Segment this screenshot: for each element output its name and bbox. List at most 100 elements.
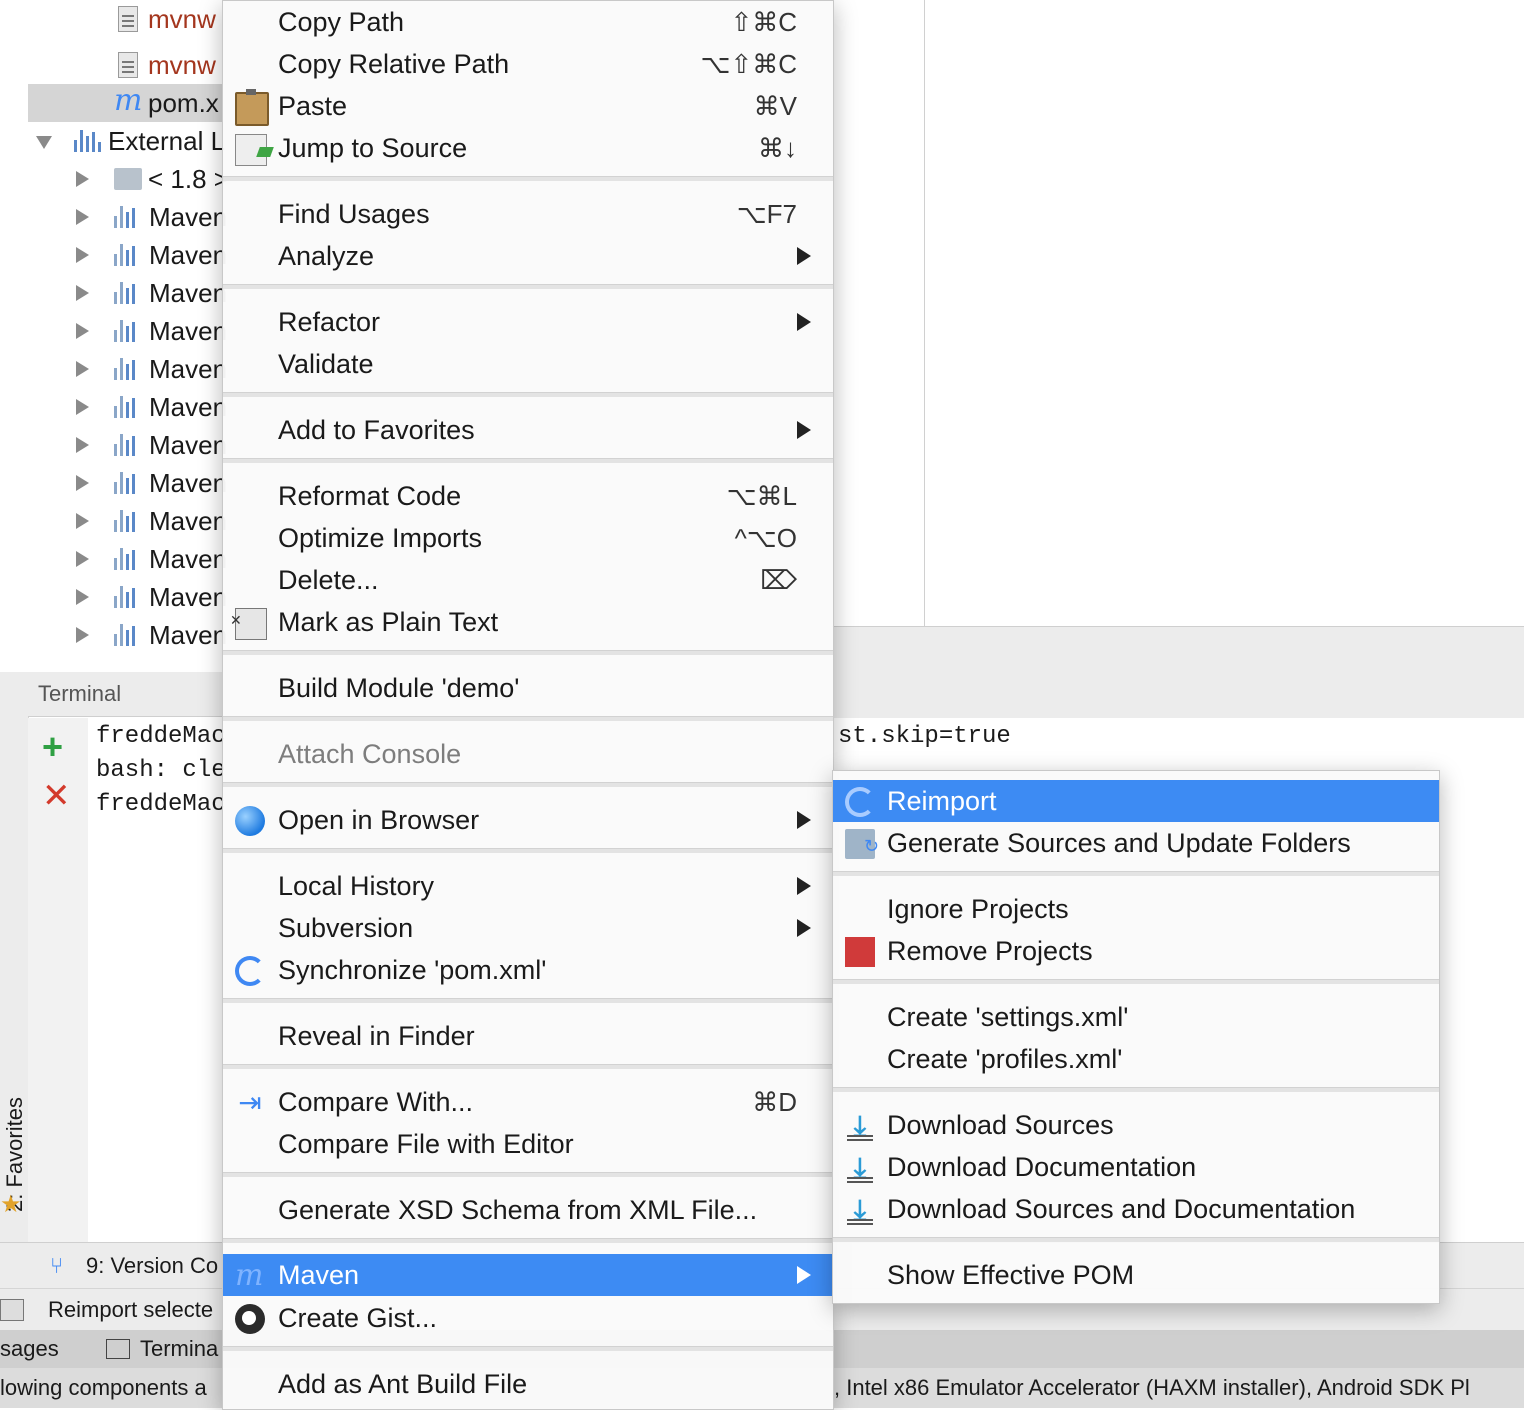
expand-arrow-icon[interactable]: [36, 136, 52, 149]
collapse-arrow-icon[interactable]: [76, 475, 89, 491]
globe-icon: [235, 806, 265, 836]
collapse-arrow-icon[interactable]: [76, 285, 89, 301]
menu-item-reformat-code[interactable]: Reformat Code ⌥⌘L: [223, 475, 833, 517]
menu-item-copy-relative-path[interactable]: Copy Relative Path ⌥⇧⌘C: [223, 43, 833, 85]
collapse-arrow-icon[interactable]: [76, 171, 89, 187]
menu-item-label: Attach Console: [278, 739, 462, 769]
tree-row-external-libraries[interactable]: External L: [28, 122, 226, 160]
tree-row-maven-library[interactable]: Maven: [28, 578, 227, 616]
status-panel-icon[interactable]: [0, 1299, 24, 1321]
menu-item-open-in-browser[interactable]: Open in Browser: [223, 799, 833, 841]
menu-item-attach-console: Attach Console: [223, 733, 833, 775]
menu-item-label: Create Gist...: [278, 1303, 438, 1333]
menu-item-copy-path[interactable]: Copy Path ⇧⌘C: [223, 1, 833, 43]
download-icon: ⤓: [845, 1195, 875, 1225]
maven-library-icon: [114, 510, 142, 532]
new-session-plus-icon[interactable]: +: [42, 726, 63, 768]
collapse-arrow-icon[interactable]: [76, 209, 89, 225]
menu-item-find-usages[interactable]: Find Usages ⌥F7: [223, 193, 833, 235]
menu-item-add-as-ant-build-file[interactable]: Add as Ant Build File: [223, 1363, 833, 1405]
menu-item-optimize-imports[interactable]: Optimize Imports ^⌥O: [223, 517, 833, 559]
menu-item-jump-to-source[interactable]: Jump to Source ⌘↓: [223, 127, 833, 169]
menu-item-generate-sources-and-update-folders[interactable]: Generate Sources and Update Folders: [833, 822, 1439, 867]
collapse-arrow-icon[interactable]: [76, 589, 89, 605]
menu-separator: [223, 284, 833, 289]
submenu-arrow-icon: [797, 247, 811, 265]
menu-item-synchronize-pom-xml[interactable]: Synchronize 'pom.xml': [223, 949, 833, 991]
tree-row-maven-library[interactable]: Maven: [28, 616, 227, 654]
tab-terminal[interactable]: Termina: [140, 1330, 218, 1368]
tab-messages[interactable]: sages: [0, 1330, 59, 1368]
editor-area[interactable]: [924, 0, 1524, 626]
menu-item-compare-with[interactable]: ⇥ Compare With... ⌘D: [223, 1081, 833, 1123]
tree-row-pom[interactable]: m pom.x: [28, 83, 222, 122]
tree-row-maven-library[interactable]: Maven: [28, 274, 227, 312]
tree-row-mvnw[interactable]: mvnw: [110, 0, 222, 38]
tree-row-jdk[interactable]: < 1.8 >: [28, 160, 229, 198]
tree-label: Maven: [149, 544, 228, 574]
menu-separator: [223, 1346, 833, 1351]
collapse-arrow-icon[interactable]: [76, 399, 89, 415]
maven-library-icon: [114, 434, 142, 456]
menu-item-label: Validate: [278, 349, 374, 379]
menu-item-refactor[interactable]: Refactor: [223, 301, 833, 343]
menu-item-download-documentation[interactable]: ⤓ Download Documentation: [833, 1146, 1439, 1188]
tree-row-maven-library[interactable]: Maven: [28, 540, 227, 578]
status-text: Reimport selecte: [48, 1297, 214, 1322]
menu-item-download-sources-and-documentation[interactable]: ⤓ Download Sources and Documentation: [833, 1188, 1439, 1230]
menu-item-reveal-in-finder[interactable]: Reveal in Finder: [223, 1015, 833, 1057]
tree-row-maven-library[interactable]: Maven: [28, 502, 227, 540]
collapse-arrow-icon[interactable]: [76, 437, 89, 453]
menu-item-ignore-projects[interactable]: Ignore Projects: [833, 888, 1439, 930]
close-session-icon[interactable]: ✕: [42, 776, 71, 816]
version-control-tab[interactable]: 9: Version Co: [86, 1243, 218, 1289]
menu-item-label: Add to Favorites: [278, 415, 475, 445]
collapse-arrow-icon[interactable]: [76, 551, 89, 567]
tree-row-maven-library[interactable]: Maven: [28, 236, 227, 274]
collapse-arrow-icon[interactable]: [76, 247, 89, 263]
collapse-arrow-icon[interactable]: [76, 323, 89, 339]
menu-item-delete[interactable]: Delete... ⌦: [223, 559, 833, 601]
menu-item-mark-as-plain-text[interactable]: Mark as Plain Text: [223, 599, 833, 643]
menu-item-analyze[interactable]: Analyze: [223, 235, 833, 277]
menu-item-local-history[interactable]: Local History: [223, 865, 833, 907]
menu-item-add-to-favorites[interactable]: Add to Favorites: [223, 409, 833, 451]
shortcut-label: ⌥⌘L: [726, 481, 797, 511]
tree-row-maven-library[interactable]: Maven: [28, 388, 227, 426]
tree-row-mvnw-cmd[interactable]: mvnw: [110, 46, 222, 84]
menu-item-label: Copy Relative Path: [278, 49, 510, 79]
menu-item-remove-projects[interactable]: Remove Projects: [833, 930, 1439, 972]
tree-row-maven-library[interactable]: Maven: [28, 426, 227, 464]
menu-item-create-gist[interactable]: Create Gist...: [223, 1297, 833, 1339]
menu-item-generate-xsd-schema-from-xml-file[interactable]: Generate XSD Schema from XML File...: [223, 1189, 833, 1231]
collapse-arrow-icon[interactable]: [76, 627, 89, 643]
notification-text: lowing components a: [0, 1375, 207, 1400]
menu-item-compare-file-with-editor[interactable]: Compare File with Editor: [223, 1123, 833, 1165]
menu-item-subversion[interactable]: Subversion: [223, 907, 833, 949]
collapse-arrow-icon[interactable]: [76, 361, 89, 377]
menu-item-maven[interactable]: m Maven: [223, 1254, 833, 1296]
favorites-tool-tab[interactable]: 2: Favorites ★: [0, 1064, 27, 1224]
tree-label: External L: [108, 126, 226, 156]
menu-item-label: Reveal in Finder: [278, 1021, 475, 1051]
tree-row-maven-library[interactable]: Maven: [28, 312, 227, 350]
collapse-arrow-icon[interactable]: [76, 513, 89, 529]
tree-label: Maven: [149, 354, 228, 384]
menu-item-show-effective-pom[interactable]: Show Effective POM: [833, 1254, 1439, 1296]
menu-item-validate[interactable]: Validate: [223, 343, 833, 385]
tree-row-maven-library[interactable]: Maven: [28, 464, 227, 502]
menu-item-reimport[interactable]: Reimport: [833, 780, 1439, 822]
menu-item-download-sources[interactable]: ⤓ Download Sources: [833, 1104, 1439, 1146]
menu-item-paste[interactable]: Paste ⌘V: [223, 85, 833, 127]
menu-item-create-profiles-xml[interactable]: Create 'profiles.xml': [833, 1038, 1439, 1080]
menu-separator: [223, 176, 833, 181]
menu-item-label: Analyze: [278, 241, 375, 271]
tree-row-maven-library[interactable]: Maven: [28, 198, 227, 236]
tree-row-maven-library[interactable]: Maven: [28, 350, 227, 388]
menu-item-build-module-demo[interactable]: Build Module 'demo': [223, 667, 833, 709]
menu-item-create-settings-xml[interactable]: Create 'settings.xml': [833, 996, 1439, 1038]
menu-item-label: Mark as Plain Text: [278, 607, 499, 637]
submenu-arrow-icon: [797, 811, 811, 829]
menu-item-label: Download Sources: [887, 1110, 1114, 1140]
shortcut-label: ⌥⇧⌘C: [700, 49, 797, 79]
